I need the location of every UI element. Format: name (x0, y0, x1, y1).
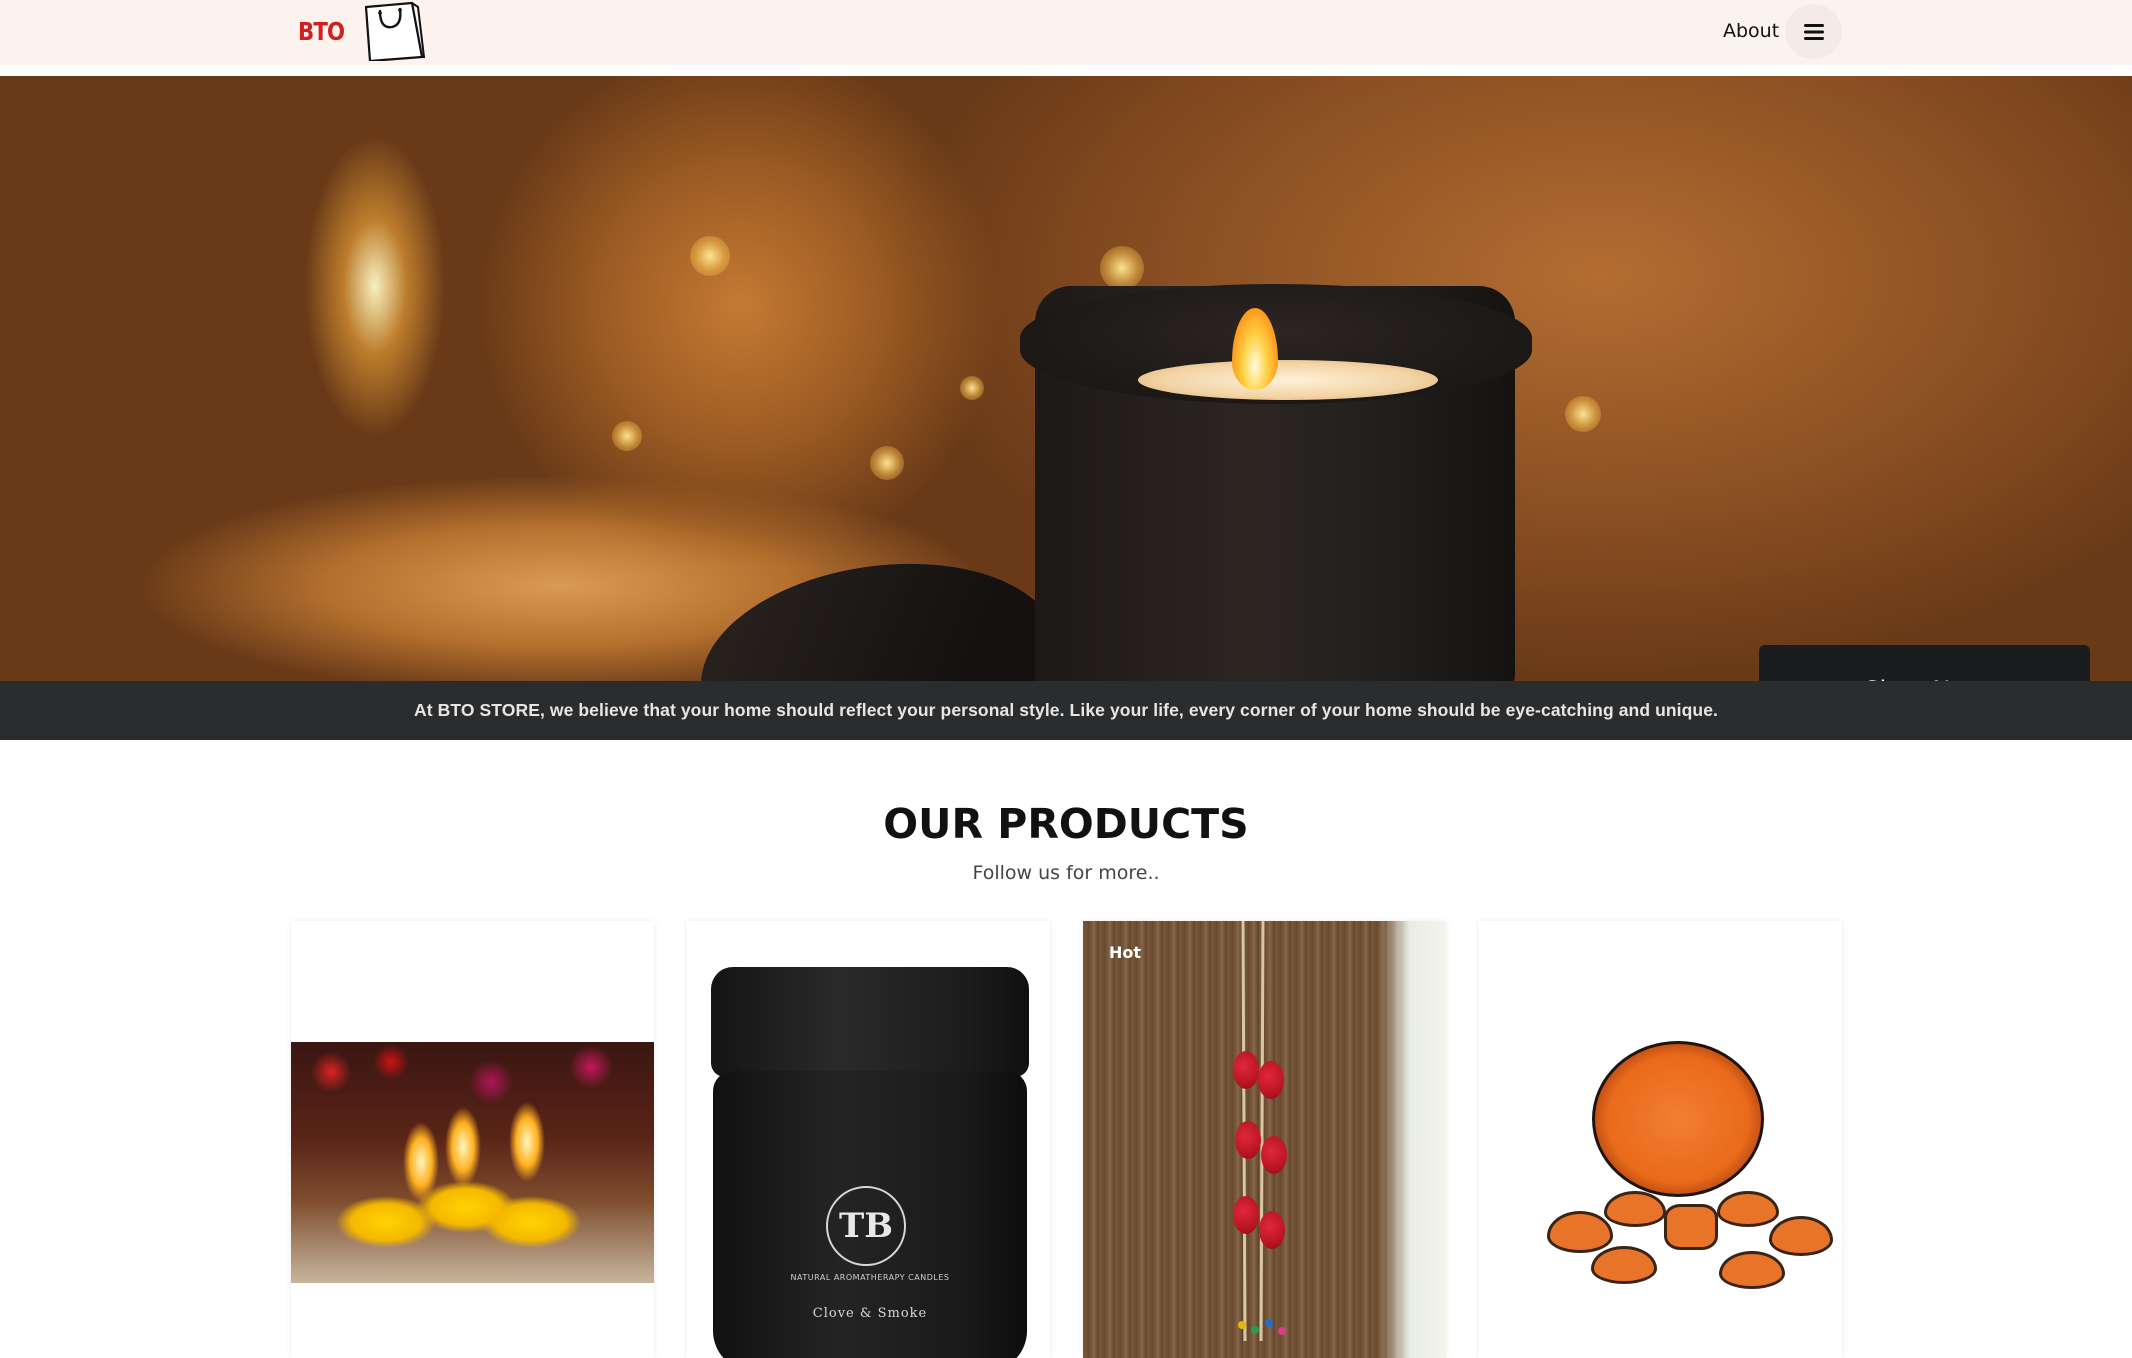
products-subtitle: Follow us for more.. (972, 862, 1160, 884)
candle-wax (1138, 360, 1438, 400)
menu-button[interactable] (1785, 4, 1842, 59)
product-image-orange-platter[interactable] (1479, 921, 1842, 1358)
site-header: BTO About (0, 0, 2132, 65)
platter-plate (1592, 1041, 1764, 1197)
jar-label-scent: Clove & Smoke (812, 1306, 928, 1321)
tagline-band: At BTO STORE, we believe that your home … (0, 681, 2132, 740)
shop-now-button[interactable]: Shop Now (1759, 645, 2090, 681)
product-card[interactable]: Hot (1083, 921, 1446, 1358)
shopping-bag-icon (365, 1, 426, 61)
product-card[interactable] (291, 921, 654, 1358)
product-card[interactable]: TB NATURAL AROMATHERAPY CANDLES Clove & … (687, 921, 1050, 1358)
logo-text: BTO (298, 16, 345, 46)
hamburger-menu-icon (1803, 23, 1824, 40)
nav-about-link[interactable]: About (1723, 19, 1779, 43)
header-divider (0, 65, 2132, 76)
product-image-black-candle-jar[interactable]: TB NATURAL AROMATHERAPY CANDLES Clove & … (687, 921, 1050, 1358)
jar-brand-logo: TB (826, 1186, 906, 1266)
product-image-wall-hanging[interactable] (1083, 921, 1446, 1358)
product-image-floating-candles[interactable] (291, 1042, 654, 1283)
products-title: OUR PRODUCTS (883, 800, 1249, 848)
hero-banner: Shop Now (0, 76, 2132, 681)
candle-lid-image (687, 541, 1073, 681)
jar-label-line: NATURAL AROMATHERAPY CANDLES (790, 1273, 950, 1282)
product-card[interactable] (1479, 921, 1842, 1358)
hot-badge: Hot (1109, 943, 1142, 962)
tagline-text: At BTO STORE, we believe that your home … (413, 700, 1718, 720)
brand-logo[interactable]: BTO (298, 0, 426, 62)
